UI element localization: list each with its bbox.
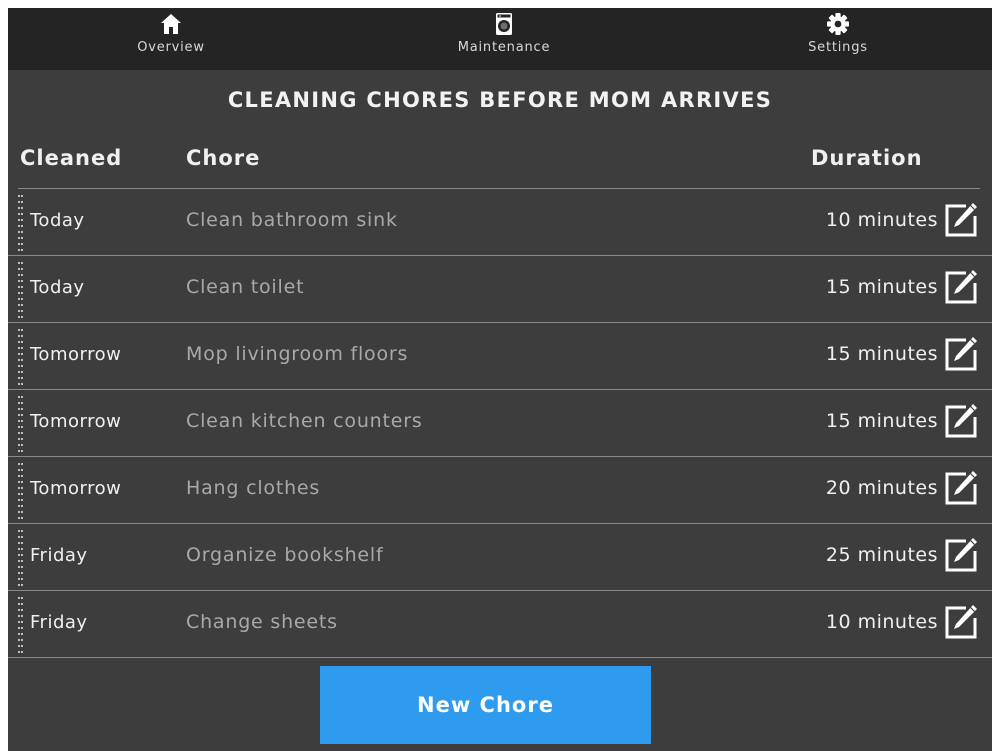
chore-name: Clean bathroom sink	[186, 209, 398, 231]
duration-value: 10 minutes	[825, 209, 938, 231]
edit-icon[interactable]	[944, 403, 978, 439]
chore-row[interactable]: Today Clean toilet 15 minutes	[8, 256, 992, 323]
column-header-chore: Chore	[186, 146, 261, 170]
new-chore-button[interactable]: New Chore	[320, 666, 651, 744]
edit-icon[interactable]	[944, 269, 978, 305]
page-title: CLEANING CHORES BEFORE MOM ARRIVES	[227, 88, 773, 112]
chore-row[interactable]: Friday Organize bookshelf 25 minutes	[8, 524, 992, 591]
nav-label-maintenance: Maintenance	[457, 40, 551, 55]
edit-icon[interactable]	[944, 537, 978, 573]
duration-value: 10 minutes	[825, 611, 938, 633]
drag-handle-icon[interactable]	[16, 463, 24, 519]
chore-row[interactable]: Today Clean bathroom sink 10 minutes	[8, 189, 992, 256]
chore-row[interactable]: Friday Change sheets 10 minutes	[8, 591, 992, 658]
edit-icon[interactable]	[944, 202, 978, 238]
chore-row[interactable]: Tomorrow Mop livingroom floors 15 minutes	[8, 323, 992, 390]
nav-item-overview[interactable]: Overview	[101, 12, 241, 70]
chore-name: Mop livingroom floors	[186, 343, 409, 365]
chore-row[interactable]: Tomorrow Hang clothes 20 minutes	[8, 457, 992, 524]
cleaned-value: Tomorrow	[30, 411, 122, 432]
drag-handle-icon[interactable]	[16, 597, 24, 653]
chore-name: Clean toilet	[186, 276, 305, 298]
duration-value: 25 minutes	[825, 544, 938, 566]
column-header-duration: Duration	[811, 146, 923, 170]
gear-icon	[827, 13, 849, 35]
cleaned-value: Friday	[30, 612, 88, 633]
home-icon	[161, 14, 181, 34]
drag-handle-icon[interactable]	[16, 262, 24, 318]
washing-machine-icon	[496, 13, 512, 35]
cleaned-value: Today	[30, 277, 85, 298]
edit-icon[interactable]	[944, 470, 978, 506]
cleaned-value: Tomorrow	[30, 478, 122, 499]
drag-handle-icon[interactable]	[16, 195, 24, 251]
drag-handle-icon[interactable]	[16, 396, 24, 452]
chore-row[interactable]: Tomorrow Clean kitchen counters 15 minutes	[8, 390, 992, 457]
chore-name: Hang clothes	[186, 477, 321, 499]
edit-icon[interactable]	[944, 336, 978, 372]
edit-icon[interactable]	[944, 604, 978, 640]
nav-item-maintenance[interactable]: Maintenance	[434, 12, 574, 70]
cleaned-value: Friday	[30, 545, 88, 566]
duration-value: 15 minutes	[825, 276, 938, 298]
nav-label-overview: Overview	[137, 40, 205, 55]
duration-value: 15 minutes	[825, 343, 938, 365]
drag-handle-icon[interactable]	[16, 530, 24, 586]
chore-name: Clean kitchen counters	[186, 410, 423, 432]
nav-item-settings[interactable]: Settings	[768, 12, 908, 70]
duration-value: 15 minutes	[825, 410, 938, 432]
chore-name: Organize bookshelf	[186, 544, 384, 566]
duration-value: 20 minutes	[825, 477, 938, 499]
cleaned-value: Tomorrow	[30, 344, 122, 365]
column-header-cleaned: Cleaned	[20, 146, 123, 170]
chore-name: Change sheets	[186, 611, 338, 633]
app-screen: Overview Maintenance Settings CLEANING C…	[8, 8, 992, 751]
nav-label-settings: Settings	[808, 40, 868, 55]
top-nav-bar: Overview Maintenance Settings	[8, 8, 992, 70]
drag-handle-icon[interactable]	[16, 329, 24, 385]
cleaned-value: Today	[30, 210, 85, 231]
